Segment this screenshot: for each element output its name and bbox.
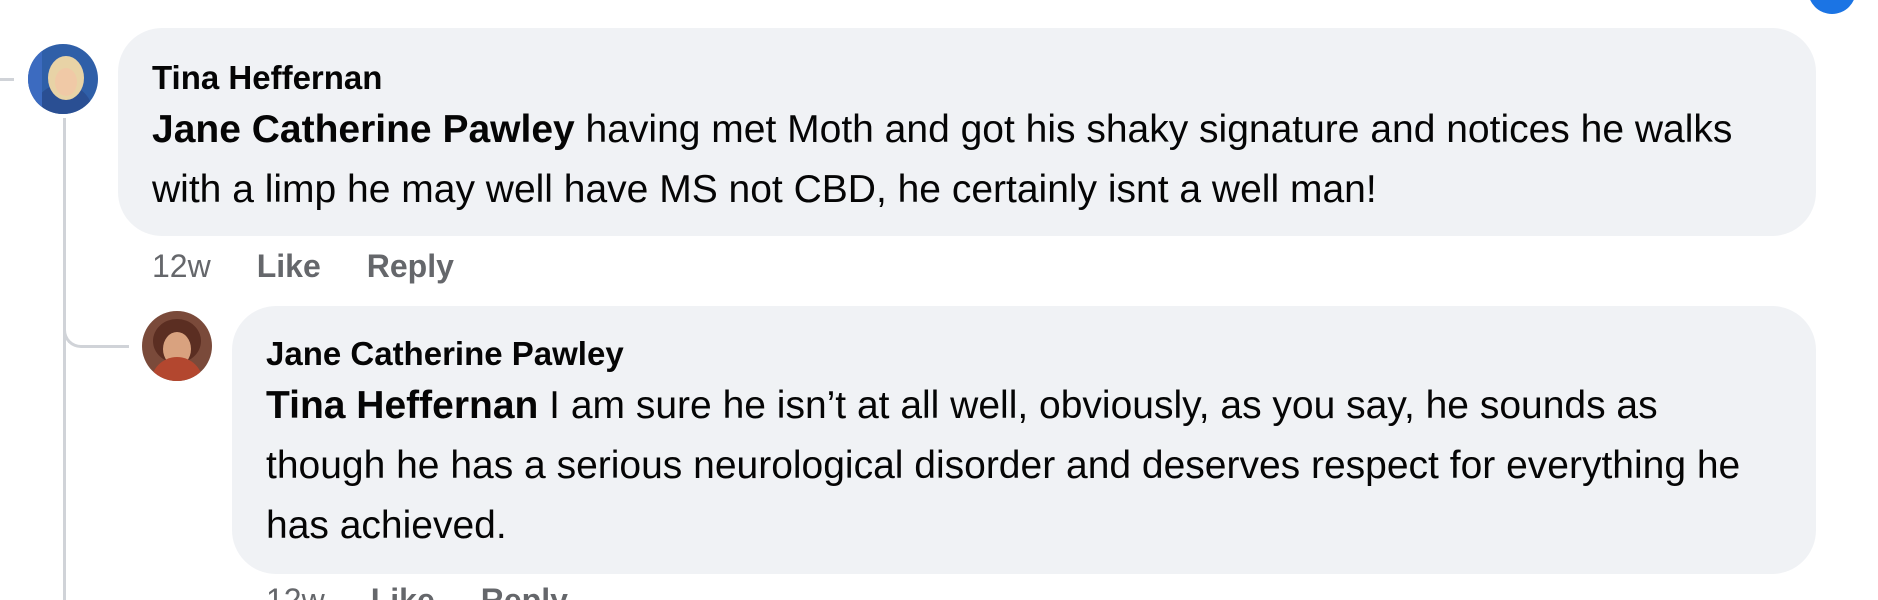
like-button[interactable]: Like (257, 246, 321, 286)
comment-bubble: Tina Heffernan Jane Catherine Pawley hav… (118, 28, 1816, 236)
notification-dot[interactable] (1808, 0, 1856, 14)
comment-text: Jane Catherine Pawley having met Moth an… (152, 100, 1782, 220)
reply-text: Tina Heffernan I am sure he isn’t at all… (266, 376, 1782, 556)
mention-link[interactable]: Tina Heffernan (266, 384, 538, 427)
reply-actions: 12w Like Reply (266, 580, 568, 600)
avatar-image (28, 44, 98, 114)
reply-author[interactable]: Jane Catherine Pawley (266, 334, 1782, 374)
thread-line-vertical (63, 118, 66, 600)
comment-timestamp[interactable]: 12w (152, 246, 211, 286)
comment-author[interactable]: Tina Heffernan (152, 58, 1782, 98)
thread-line-reply-elbow (63, 300, 129, 348)
comment-thread: Tina Heffernan Jane Catherine Pawley hav… (0, 0, 1878, 600)
mention-link[interactable]: Jane Catherine Pawley (152, 108, 575, 151)
reply-bubble: Jane Catherine Pawley Tina Heffernan I a… (232, 306, 1816, 574)
avatar-jane-catherine-pawley[interactable] (142, 311, 212, 381)
reply-button[interactable]: Reply (367, 246, 454, 286)
avatar-image (142, 311, 212, 381)
avatar-tina-heffernan[interactable] (28, 44, 98, 114)
reply-timestamp[interactable]: 12w (266, 580, 325, 600)
comment-actions: 12w Like Reply (152, 246, 454, 286)
reply-button[interactable]: Reply (481, 580, 568, 600)
like-button[interactable]: Like (371, 580, 435, 600)
thread-line-left-stub (0, 78, 14, 81)
